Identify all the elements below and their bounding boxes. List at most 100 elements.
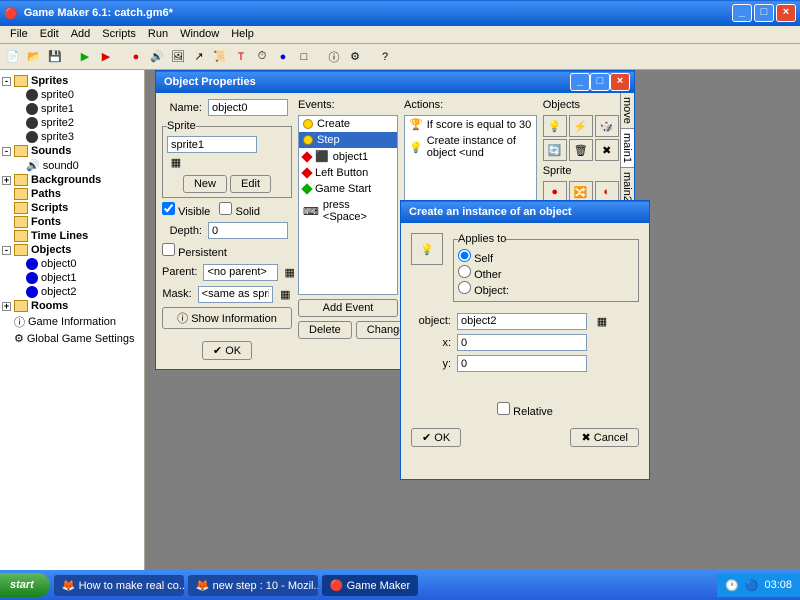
tree-backgrounds[interactable]: +Backgrounds [2,173,142,187]
object-icon[interactable]: ● [274,48,292,66]
event-item[interactable]: Create [299,116,397,132]
show-info-button[interactable]: ⓘ Show Information [162,307,292,329]
script-icon[interactable]: 📜 [211,48,229,66]
sprite-picker-icon[interactable]: ▦ [167,153,185,171]
dialog-titlebar[interactable]: Object Properties _ □ × [156,71,634,93]
taskbar-item-active[interactable]: 🔴 Game Maker [322,575,418,596]
tab-move[interactable]: move [621,93,634,129]
open-icon[interactable]: 📂 [25,48,43,66]
tree-item[interactable]: sprite1 [26,102,142,116]
parent-input[interactable] [203,264,278,281]
tree-timelines[interactable]: Time Lines [2,229,142,243]
delete-event-button[interactable]: Delete [298,321,352,339]
tree-globalsettings[interactable]: ⚙Global Game Settings [14,331,142,346]
tray-icon[interactable]: 🔵 [745,579,759,592]
tree-item[interactable]: object0 [26,257,142,271]
tree-rooms[interactable]: +Rooms [2,299,142,313]
solid-checkbox[interactable] [219,202,232,215]
action-item[interactable]: 🏆If score is equal to 30 [405,116,536,133]
menu-help[interactable]: Help [225,26,260,43]
action-create-moving-icon[interactable]: ⚡ [569,115,593,137]
menu-scripts[interactable]: Scripts [96,26,142,43]
taskbar-item[interactable]: 🦊 How to make real co... [54,575,184,596]
tree-sounds[interactable]: -Sounds [2,144,142,158]
menu-add[interactable]: Add [65,26,97,43]
action-destroy-at-icon[interactable]: ✖ [595,139,619,161]
save-icon[interactable]: 💾 [46,48,64,66]
dialog-minimize-button[interactable]: _ [570,73,590,91]
menu-run[interactable]: Run [142,26,174,43]
self-radio[interactable] [458,249,471,262]
run-debug-icon[interactable]: ▶ [97,48,115,66]
mask-input[interactable] [198,286,273,303]
events-list[interactable]: Create Step ⬛object1 Left Button Game St… [298,115,398,295]
tree-item[interactable]: object1 [26,271,142,285]
action-item[interactable]: 💡Create instance of object <und [405,133,536,161]
parent-picker-icon[interactable]: ▦ [284,263,294,281]
close-button[interactable]: × [776,4,796,22]
object-input[interactable] [457,313,587,330]
action-create-icon[interactable]: 💡 [543,115,567,137]
run-icon[interactable]: ▶ [76,48,94,66]
system-tray[interactable]: 🕐 🔵 03:08 [717,574,800,597]
tree-sprites[interactable]: -Sprites [2,74,142,88]
action-change-icon[interactable]: 🔄 [543,139,567,161]
menu-window[interactable]: Window [174,26,225,43]
tree-item[interactable]: 🔊sound0 [26,158,142,173]
edit-sprite-button[interactable]: Edit [230,175,271,193]
help-icon[interactable]: ? [376,48,394,66]
cancel-button[interactable]: ✖ Cancel [570,428,639,447]
event-item[interactable]: Game Start [299,181,397,197]
new-file-icon[interactable]: 📄 [4,48,22,66]
action-destroy-icon[interactable]: 🗑 [569,139,593,161]
sprite-icon[interactable]: ● [127,48,145,66]
event-item[interactable]: ⌨press <Space> [299,197,397,225]
x-input[interactable] [457,334,587,351]
depth-input[interactable] [208,222,288,239]
visible-checkbox[interactable] [162,202,175,215]
sprite-input[interactable] [167,136,257,153]
relative-checkbox[interactable] [497,402,510,415]
settings-icon[interactable]: ⚙ [346,48,364,66]
tree-paths[interactable]: Paths [2,187,142,201]
tree-gameinfo[interactable]: ⓘGame Information [14,313,142,331]
ok-button[interactable]: ✔ OK [411,428,461,447]
mask-picker-icon[interactable]: ▦ [279,285,292,303]
tray-icon[interactable]: 🕐 [725,579,739,592]
tree-fonts[interactable]: Fonts [2,215,142,229]
event-item-selected[interactable]: Step [299,132,397,148]
persistent-checkbox[interactable] [162,243,175,256]
other-radio[interactable] [458,265,471,278]
name-input[interactable] [208,99,288,116]
new-sprite-button[interactable]: New [183,175,227,193]
add-event-button[interactable]: Add Event [298,299,398,317]
room-icon[interactable]: □ [295,48,313,66]
start-button[interactable]: start [0,573,50,597]
dialog-titlebar[interactable]: Create an instance of an object [401,201,649,223]
object-picker-icon[interactable]: ▦ [593,312,611,330]
gameinfo-icon[interactable]: ⓘ [325,48,343,66]
minimize-button[interactable]: _ [732,4,752,22]
background-icon[interactable]: 🖼 [169,48,187,66]
tree-item[interactable]: sprite0 [26,88,142,102]
tree-item[interactable]: sprite3 [26,130,142,144]
dialog-close-button[interactable]: × [610,73,630,91]
dialog-maximize-button[interactable]: □ [590,73,610,91]
tab-main1[interactable]: main1 [621,129,634,168]
taskbar-item[interactable]: 🦊 new step : 10 - Mozil... [188,575,318,596]
tree-item[interactable]: sprite2 [26,116,142,130]
ok-button[interactable]: ✔ OK [202,341,252,360]
sound-icon[interactable]: 🔊 [148,48,166,66]
timeline-icon[interactable]: ⏱ [253,48,271,66]
object-radio[interactable] [458,281,471,294]
event-item[interactable]: ⬛object1 [299,148,397,165]
event-item[interactable]: Left Button [299,165,397,181]
path-icon[interactable]: ↗ [190,48,208,66]
menu-file[interactable]: File [4,26,34,43]
tree-scripts[interactable]: Scripts [2,201,142,215]
menu-edit[interactable]: Edit [34,26,65,43]
maximize-button[interactable]: □ [754,4,774,22]
font-icon[interactable]: T [232,48,250,66]
tree-item[interactable]: object2 [26,285,142,299]
action-create-random-icon[interactable]: 🎲 [595,115,619,137]
